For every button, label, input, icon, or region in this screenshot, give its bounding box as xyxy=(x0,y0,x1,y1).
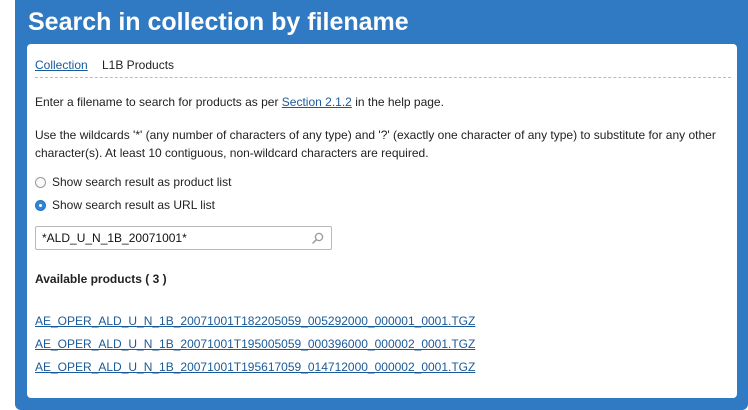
breadcrumb-collection-link[interactable]: Collection xyxy=(35,58,88,72)
search-icon[interactable] xyxy=(312,232,324,244)
breadcrumb: Collection L1B Products xyxy=(35,58,731,78)
product-list-label[interactable]: Show search result as product list xyxy=(52,175,231,189)
wildcard-instructions: Use the wildcards '*' (any number of cha… xyxy=(35,128,716,160)
url-list-label[interactable]: Show search result as URL list xyxy=(52,198,215,212)
instructions-text: Enter a filename to search for products … xyxy=(35,95,282,109)
divider xyxy=(35,77,731,78)
breadcrumb-current: L1B Products xyxy=(102,58,175,72)
url-list-option[interactable]: Show search result as URL list xyxy=(35,198,215,212)
result-link[interactable]: AE_OPER_ALD_U_N_1B_20071001T182205059_00… xyxy=(35,314,475,328)
result-link[interactable]: AE_OPER_ALD_U_N_1B_20071001T195005059_00… xyxy=(35,337,475,351)
search-panel: Collection L1B Products Enter a filename… xyxy=(27,44,737,398)
instructions-text-end: in the help page. xyxy=(351,95,444,109)
help-section-link[interactable]: Section 2.1.2 xyxy=(282,95,352,109)
page-title: Search in collection by filename xyxy=(28,8,409,36)
search-input[interactable] xyxy=(42,230,302,246)
results-heading: Available products ( 3 ) xyxy=(35,272,167,286)
instructions-line-1: Enter a filename to search for products … xyxy=(35,93,725,111)
product-list-radio[interactable] xyxy=(35,176,46,188)
product-list-option[interactable]: Show search result as product list xyxy=(35,175,231,189)
list-item: AE_OPER_ALD_U_N_1B_20071001T195005059_00… xyxy=(35,337,475,360)
url-list-radio[interactable] xyxy=(35,199,46,211)
list-item: AE_OPER_ALD_U_N_1B_20071001T182205059_00… xyxy=(35,314,475,337)
search-window: Search in collection by filename Collect… xyxy=(15,0,748,410)
results-list: AE_OPER_ALD_U_N_1B_20071001T182205059_00… xyxy=(35,314,475,383)
list-item: AE_OPER_ALD_U_N_1B_20071001T195617059_01… xyxy=(35,360,475,383)
search-field[interactable] xyxy=(35,226,332,250)
result-link[interactable]: AE_OPER_ALD_U_N_1B_20071001T195617059_01… xyxy=(35,360,475,374)
